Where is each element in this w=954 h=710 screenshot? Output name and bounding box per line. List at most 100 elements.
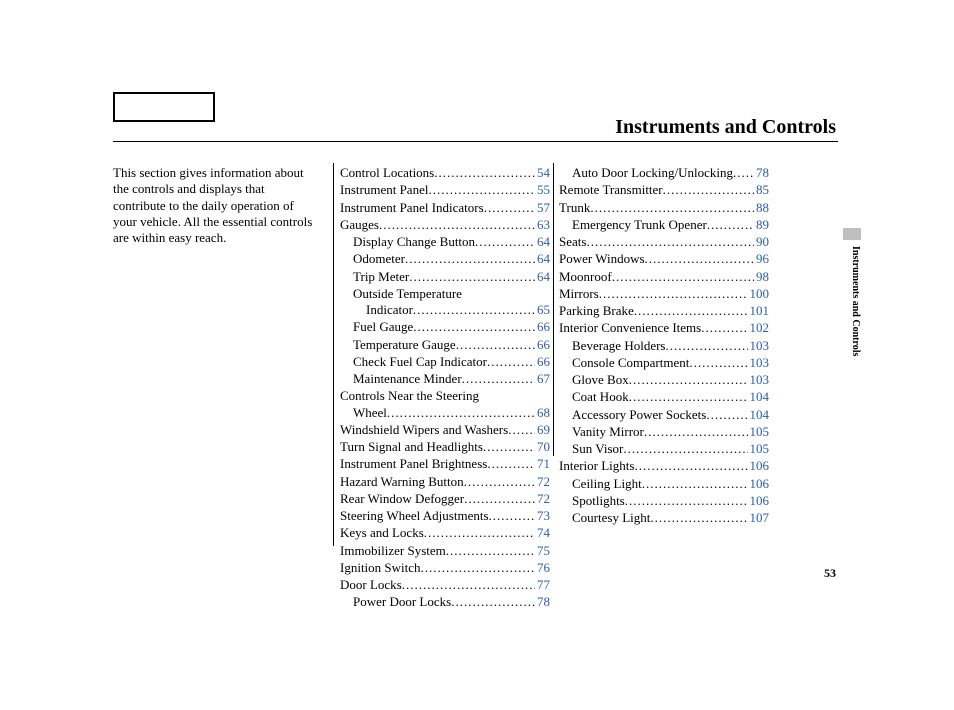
toc-entry: Outside TemperatureIndicator 65 [340,286,550,320]
toc-page-link[interactable]: 64 [535,234,550,250]
toc-label: Sun Visor [572,441,623,457]
toc-page-link[interactable]: 104 [748,407,770,423]
toc-page-link[interactable]: 68 [535,405,550,421]
toc-label: Instrument Panel Brightness [340,456,487,472]
toc-label: Interior Convenience Items [559,320,701,336]
toc-label: Indicator [366,302,413,318]
leader-dots [379,217,535,233]
toc-page-link[interactable]: 73 [535,508,550,524]
toc-entry: Emergency Trunk Opener89 [559,217,769,233]
toc-entry: Rear Window Defogger72 [340,491,550,507]
toc-label: Check Fuel Cap Indicator [353,354,487,370]
toc-page-link[interactable]: 71 [535,456,550,472]
toc-entry: Ignition Switch76 [340,560,550,576]
toc-page-link[interactable]: 104 [748,389,770,405]
leader-dots [666,338,748,354]
toc-label: Hazard Warning Button [340,474,464,490]
toc-page-link[interactable]: 100 [748,286,770,302]
toc-label: Outside Temperature [353,286,550,302]
leader-dots [475,234,535,250]
toc-label: Accessory Power Sockets [572,407,706,423]
toc-page-link[interactable]: 89 [754,217,769,233]
toc-page-link[interactable]: 102 [748,320,770,336]
leader-dots [629,372,748,388]
toc-page-link[interactable]: 98 [754,269,769,285]
leader-dots [707,217,754,233]
toc-page-link[interactable]: 67 [535,371,550,387]
toc-entry: Keys and Locks 74 [340,525,550,541]
page-number: 53 [824,566,836,581]
toc-label: Maintenance Minder [353,371,462,387]
leader-dots [634,458,747,474]
toc-entry: Console Compartment103 [559,355,769,371]
toc-page-link[interactable]: 105 [748,441,770,457]
leader-dots [428,182,535,198]
toc-entry: Check Fuel Cap Indicator 66 [340,354,550,370]
toc-entry: Temperature Gauge66 [340,337,550,353]
toc-page-link[interactable]: 78 [754,165,769,181]
toc-page-link[interactable]: 75 [535,543,550,559]
tab-marker [843,228,861,240]
toc-page-link[interactable]: 90 [754,234,769,250]
leader-dots [689,355,747,371]
toc-page-link[interactable]: 103 [748,372,770,388]
toc-label: Keys and Locks [340,525,424,541]
toc-column-1: Control Locations54Instrument Panel55Ins… [340,165,550,612]
toc-page-link[interactable]: 66 [535,354,550,370]
toc-page-link[interactable]: 63 [535,217,550,233]
leader-dots [642,476,748,492]
leader-dots [413,319,535,335]
toc-label: Remote Transmitter [559,182,663,198]
toc-page-link[interactable]: 96 [754,251,769,267]
toc-page-link[interactable]: 54 [535,165,550,181]
toc-page-link[interactable]: 101 [748,303,770,319]
toc-page-link[interactable]: 103 [748,338,770,354]
toc-entry: Windshield Wipers and Washers69 [340,422,550,438]
leader-dots [733,165,754,181]
toc-page-link[interactable]: 106 [748,493,770,509]
toc-page-link[interactable]: 72 [535,474,550,490]
toc-page-link[interactable]: 74 [535,525,550,541]
leader-dots [629,389,748,405]
leader-dots [462,371,535,387]
toc-page-link[interactable]: 70 [535,439,550,455]
toc-page-link[interactable]: 55 [535,182,550,198]
toc-page-link[interactable]: 78 [535,594,550,610]
leader-dots [634,303,748,319]
toc-label: Fuel Gauge [353,319,413,335]
toc-page-link[interactable]: 88 [754,200,769,216]
toc-page-link[interactable]: 107 [748,510,770,526]
column-divider [553,163,554,456]
toc-page-link[interactable]: 64 [535,269,550,285]
toc-page-link[interactable]: 76 [535,560,550,576]
toc-page-link[interactable]: 85 [754,182,769,198]
toc-entry: Power Door Locks78 [340,594,550,610]
toc-entry: Trunk88 [559,200,769,216]
toc-page-link[interactable]: 106 [748,476,770,492]
toc-entry: Hazard Warning Button 72 [340,474,550,490]
toc-page-link[interactable]: 64 [535,251,550,267]
leader-dots [489,508,535,524]
toc-label: Instrument Panel Indicators [340,200,484,216]
leader-dots [487,456,535,472]
toc-label: Display Change Button [353,234,475,250]
toc-label: Ceiling Light [572,476,642,492]
toc-entry: Remote Transmitter 85 [559,182,769,198]
toc-page-link[interactable]: 105 [748,424,770,440]
toc-entry: Controls Near the SteeringWheel68 [340,388,550,422]
toc-page-link[interactable]: 106 [748,458,770,474]
toc-page-link[interactable]: 103 [748,355,770,371]
toc-page-link[interactable]: 57 [535,200,550,216]
leader-dots [434,165,535,181]
toc-page-link[interactable]: 65 [535,302,550,318]
toc-page-link[interactable]: 66 [535,319,550,335]
toc-entry: Mirrors100 [559,286,769,302]
toc-page-link[interactable]: 72 [535,491,550,507]
toc-page-link[interactable]: 77 [535,577,550,593]
leader-dots [405,251,535,267]
toc-page-link[interactable]: 69 [535,422,550,438]
toc-page-link[interactable]: 66 [535,337,550,353]
toc-entry: Coat Hook104 [559,389,769,405]
leader-dots [402,577,535,593]
toc-entry: Immobilizer System75 [340,543,550,559]
